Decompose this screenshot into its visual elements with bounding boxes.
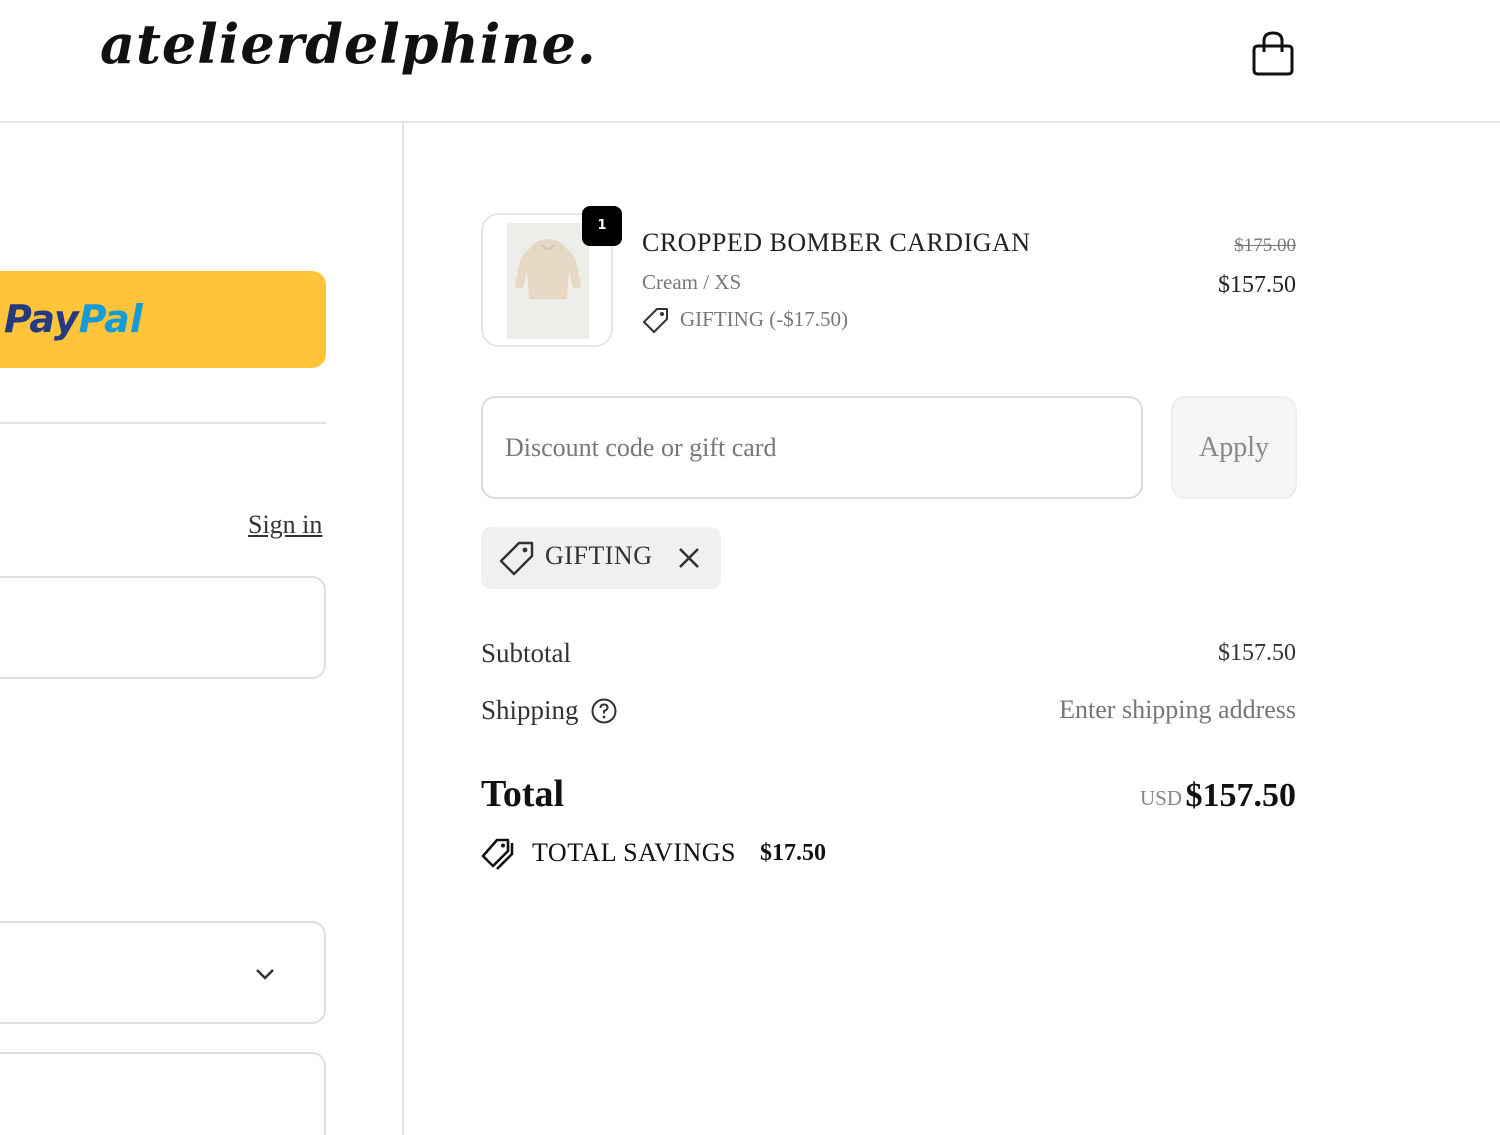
shipping-value: Enter shipping address [1059, 695, 1296, 724]
help-circle-icon[interactable] [590, 697, 618, 725]
chevron-down-icon [256, 969, 274, 980]
subtotal-value: $157.50 [1218, 640, 1296, 666]
original-price: $175.00 [1234, 235, 1296, 256]
apply-discount-button[interactable]: Apply [1171, 396, 1297, 499]
tag-icon [499, 541, 534, 576]
tag-icon [643, 308, 668, 333]
total-savings-value: $17.50 [760, 840, 826, 866]
site-header: atelierdelphine. [0, 0, 1500, 123]
shipping-label: Shipping [481, 695, 579, 725]
quantity-badge: 1 [582, 206, 622, 246]
paypal-logo: PayPal [4, 297, 143, 341]
email-field[interactable] [0, 576, 326, 679]
column-divider [402, 123, 404, 1135]
sign-in-link[interactable]: Sign in [248, 510, 322, 540]
tags-icon [481, 838, 514, 870]
total-label: Total [481, 773, 565, 815]
applied-discount-code: GIFTING [545, 541, 653, 570]
product-image [507, 223, 589, 339]
shopping-bag-icon[interactable] [1250, 30, 1296, 78]
discount-code-input[interactable] [481, 396, 1143, 499]
subtotal-label: Subtotal [481, 638, 572, 668]
applied-discount-chip: GIFTING [481, 527, 721, 589]
currency-code: USD [1139, 786, 1182, 810]
total-value: $157.50 [1185, 777, 1297, 814]
product-variant: Cream / XS [642, 270, 742, 294]
country-select[interactable] [0, 921, 326, 1024]
product-name: CROPPED BOMBER CARDIGAN [642, 228, 1031, 257]
product-price: $157.50 [1218, 272, 1296, 298]
store-logo[interactable]: atelierdelphine. [100, 12, 597, 76]
total-savings-label: TOTAL SAVINGS [532, 838, 737, 867]
section-divider [0, 422, 326, 424]
close-icon[interactable] [675, 544, 703, 572]
paypal-button[interactable]: PayPal [0, 271, 326, 368]
address-field[interactable] [0, 1052, 326, 1135]
product-discount: GIFTING (-$17.50) [680, 307, 848, 331]
